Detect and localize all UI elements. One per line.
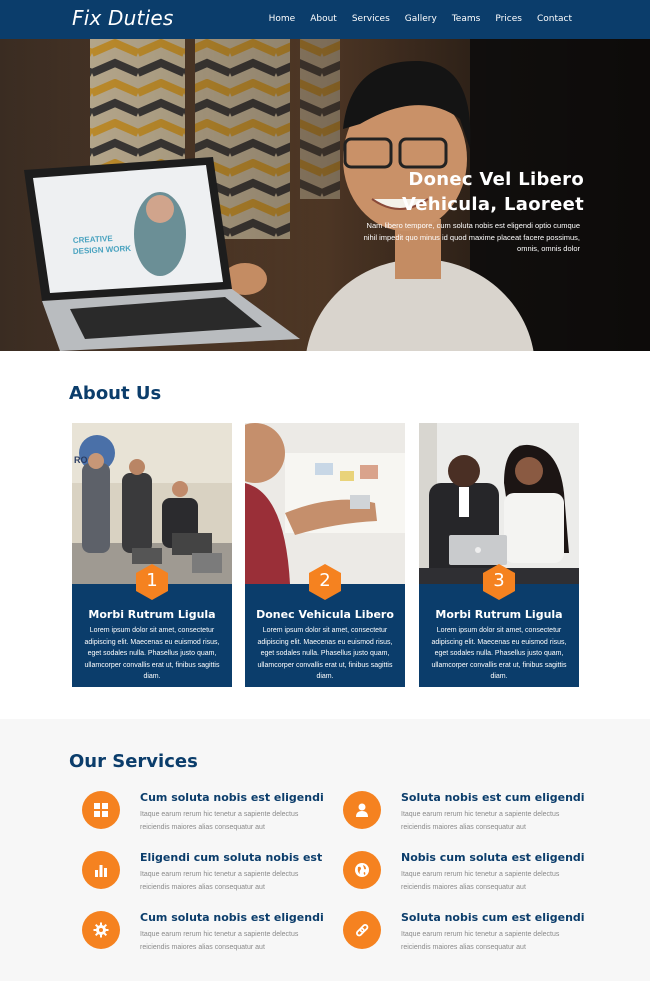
about-card-3-text: Lorem ipsum dolor sit amet, consectetur … [431,627,567,681]
nav-about[interactable]: About [310,14,337,24]
about-card-3-photo [419,423,579,584]
nav-home[interactable]: Home [269,14,296,24]
about-card-1-photo: ROCO [72,423,232,584]
service-item-5: Cum soluta nobis est eligendi Itaque ear… [82,911,342,961]
service-item-1: Cum soluta nobis est eligendi Itaque ear… [82,791,342,841]
service-5-title[interactable]: Cum soluta nobis est eligendi [140,911,324,924]
hero-text: Nam libero tempore, cum soluta nobis est… [363,221,580,253]
about-card-1: ROCO 1 Morbi Rutrum Ligula Lorem ipsum d… [72,423,232,687]
about-card-1-title: Morbi Rutrum Ligula [88,608,216,621]
service-1-text: Itaque earum rerum hic tenetur a sapient… [140,811,299,831]
service-4-icon-circle[interactable] [343,851,381,889]
about-card-3-number: 3 [493,570,505,591]
service-6-title[interactable]: Soluta nobis cum est eligendi [401,911,585,924]
service-item-2: Soluta nobis est cum eligendi Itaque ear… [343,791,603,841]
about-card-3: 3 Morbi Rutrum Ligula Lorem ipsum dolor … [419,423,579,687]
about-card-3-title: Morbi Rutrum Ligula [435,608,563,621]
about-title: About Us [69,383,162,404]
nav-prices[interactable]: Prices [495,14,522,24]
hero-title-line-1: Donec Vel Libero [408,169,584,190]
service-1-icon-circle[interactable] [82,791,120,829]
globe-icon [355,863,369,877]
service-4-text: Itaque earum rerum hic tenetur a sapient… [401,871,560,891]
hero-banner: CREATIVE DESIGN WORK Donec Vel Libero Ve… [0,39,650,351]
nav-gallery[interactable]: Gallery [405,14,437,24]
about-card-2-number: 2 [319,570,331,591]
about-card-2: 2 Donec Vehicula Libero Lorem ipsum dolo… [245,423,405,687]
user-icon [356,803,368,817]
gear-icon [93,922,109,938]
hero-title-line-2: Vehicula, Laoreet [401,194,584,215]
service-item-3: Eligendi cum soluta nobis est Itaque ear… [82,851,342,901]
service-item-4: Nobis cum soluta est eligendi Itaque ear… [343,851,603,901]
service-4-title[interactable]: Nobis cum soluta est eligendi [401,851,585,864]
link-icon [356,924,369,937]
hero-title: Donec Vel Libero Vehicula, Laoreet [324,167,584,217]
brand-logo[interactable]: Fix Duties [72,6,173,30]
service-2-title[interactable]: Soluta nobis est cum eligendi [401,791,585,804]
about-card-1-number: 1 [146,570,158,591]
service-6-text: Itaque earum rerum hic tenetur a sapient… [401,931,560,951]
service-3-icon-circle[interactable] [82,851,120,889]
main-nav: Home About Services Gallery Teams Prices… [269,14,572,24]
service-1-title[interactable]: Cum soluta nobis est eligendi [140,791,324,804]
bar-chart-icon [95,865,107,877]
service-3-title[interactable]: Eligendi cum soluta nobis est [140,851,322,864]
grid-icon [94,803,108,817]
service-item-6: Soluta nobis cum est eligendi Itaque ear… [343,911,603,961]
service-5-text: Itaque earum rerum hic tenetur a sapient… [140,931,299,951]
service-2-text: Itaque earum rerum hic tenetur a sapient… [401,811,560,831]
service-5-icon-circle[interactable] [82,911,120,949]
about-card-2-text: Lorem ipsum dolor sit amet, consectetur … [257,627,393,681]
about-card-1-text: Lorem ipsum dolor sit amet, consectetur … [84,627,220,681]
service-3-text: Itaque earum rerum hic tenetur a sapient… [140,871,299,891]
services-title: Our Services [69,751,198,772]
about-card-2-title: Donec Vehicula Libero [256,608,394,621]
nav-contact[interactable]: Contact [537,14,572,24]
service-6-icon-circle[interactable] [343,911,381,949]
about-card-2-photo [245,423,405,584]
service-2-icon-circle[interactable] [343,791,381,829]
navbar: Fix Duties Home About Services Gallery T… [0,0,650,39]
nav-services[interactable]: Services [352,14,390,24]
nav-teams[interactable]: Teams [452,14,480,24]
